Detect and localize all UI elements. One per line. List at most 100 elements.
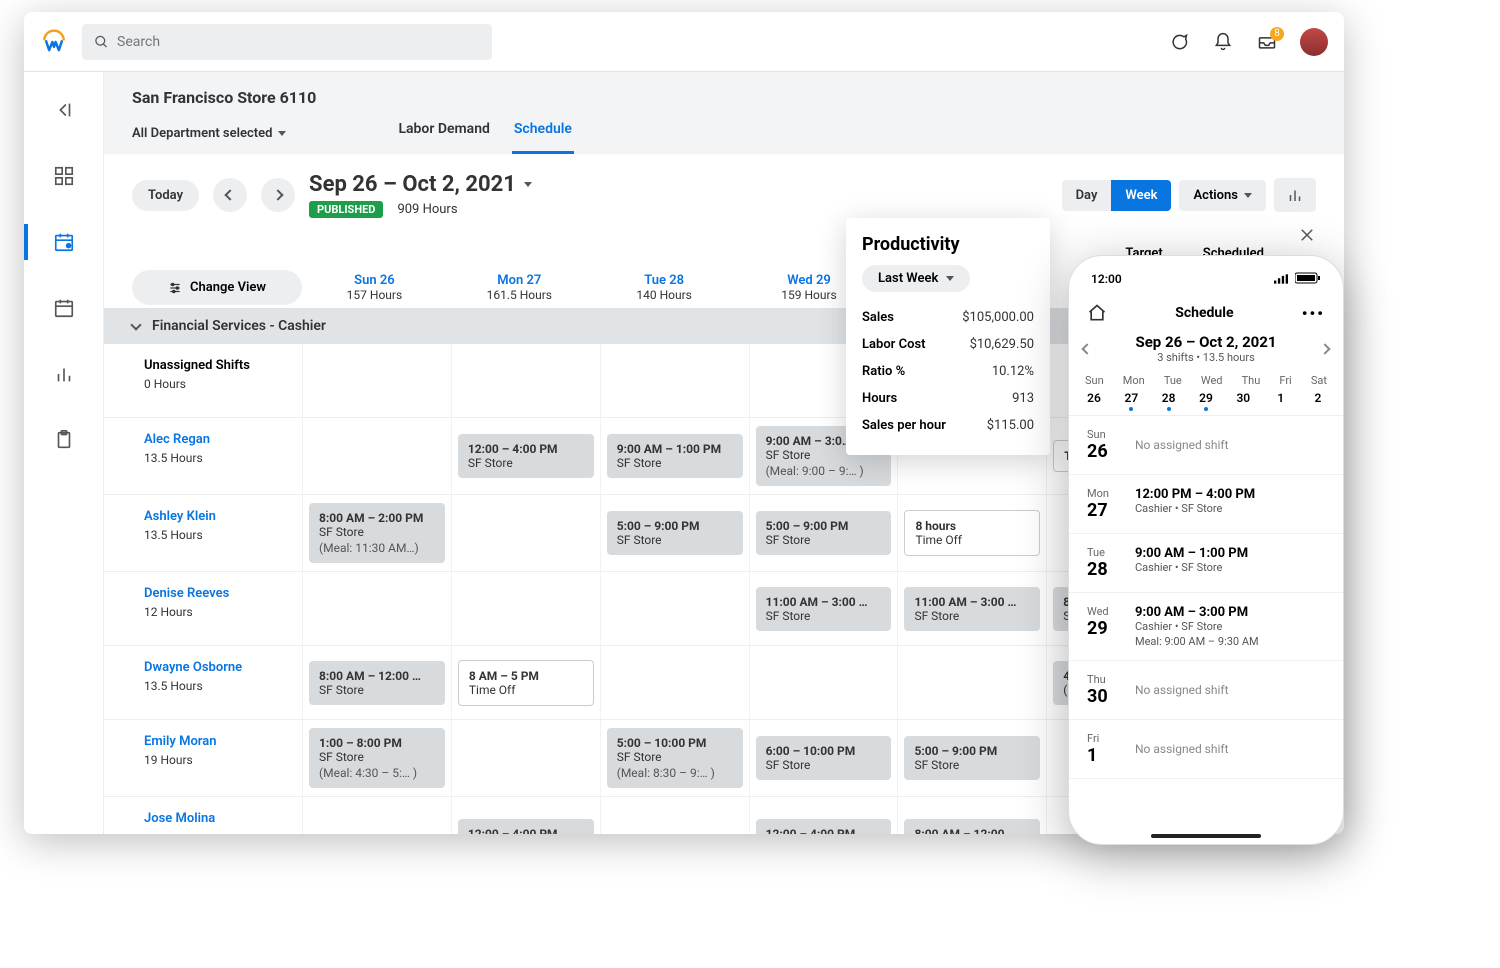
schedule-cell[interactable]: 12:00 – 4:00 PMSF Store xyxy=(451,418,600,494)
worker-name[interactable]: Emily Moran xyxy=(144,734,292,749)
day-header[interactable]: Mon 27161.5 Hours xyxy=(447,267,592,308)
tab-labor-demand[interactable]: Labor Demand xyxy=(396,113,491,154)
schedule-cell[interactable]: 5:00 – 9:00 PMSF Store xyxy=(749,495,898,571)
schedule-cell[interactable] xyxy=(451,572,600,645)
department-select[interactable]: All Department selected xyxy=(132,126,286,141)
mobile-day-row[interactable]: Sun26No assigned shift xyxy=(1069,416,1343,475)
schedule-cell[interactable]: 9:00 AM – 1:00 PMSF Store xyxy=(600,418,749,494)
inbox-icon[interactable]: 8 xyxy=(1256,31,1278,53)
worker-name[interactable]: Denise Reeves xyxy=(144,586,292,601)
date-range[interactable]: Sep 26 – Oct 2, 2021 xyxy=(309,172,532,197)
schedule-cell[interactable] xyxy=(451,495,600,571)
mobile-date[interactable]: 1 xyxy=(1272,391,1290,405)
schedule-cell[interactable]: 8 hoursTime Off xyxy=(897,495,1046,571)
schedule-cell[interactable]: 5:00 – 9:00 PMSF Store xyxy=(600,495,749,571)
schedule-cell[interactable]: 8 AM – 5 PMTime Off xyxy=(451,646,600,719)
schedule-cell[interactable]: 1:00 – 8:00 PMSF Store(Meal: 4:30 – 5:… … xyxy=(302,720,451,796)
mobile-day-row[interactable]: Mon2712:00 PM – 4:00 PMCashier • SF Stor… xyxy=(1069,475,1343,534)
shift-block[interactable]: 12:00 – 4:00 PM xyxy=(458,819,594,835)
mobile-prev-button[interactable] xyxy=(1081,343,1092,354)
day-header[interactable]: Sun 26157 Hours xyxy=(302,267,447,308)
schedule-cell[interactable] xyxy=(451,720,600,796)
shift-block[interactable]: 5:00 – 10:00 PMSF Store(Meal: 8:30 – 9:…… xyxy=(607,728,743,788)
schedule-cell[interactable] xyxy=(749,646,898,719)
chart-toggle-button[interactable] xyxy=(1274,178,1316,212)
timeoff-block[interactable]: 8 AM – 5 PMTime Off xyxy=(458,660,594,706)
search-field[interactable] xyxy=(82,24,492,60)
mobile-date[interactable]: 27 xyxy=(1122,391,1140,405)
prev-week-button[interactable] xyxy=(213,178,247,212)
tab-schedule[interactable]: Schedule xyxy=(512,113,574,154)
mobile-date[interactable]: 26 xyxy=(1085,391,1103,405)
worker-name[interactable]: Alec Regan xyxy=(144,432,292,447)
shift-block[interactable]: 6:00 – 10:00 PMSF Store xyxy=(756,736,892,780)
search-input[interactable] xyxy=(117,34,480,50)
popover-range-select[interactable]: Last Week xyxy=(862,265,970,292)
shift-block[interactable]: 5:00 – 9:00 PMSF Store xyxy=(607,511,743,555)
today-button[interactable]: Today xyxy=(132,180,199,211)
shift-block[interactable]: 5:00 – 9:00 PMSF Store xyxy=(756,511,892,555)
schedule-cell[interactable] xyxy=(897,646,1046,719)
view-day-button[interactable]: Day xyxy=(1062,180,1112,211)
schedule-cell[interactable]: 8:00 AM – 2:00 PMSF Store(Meal: 11:30 AM… xyxy=(302,495,451,571)
schedule-cell[interactable]: 11:00 AM – 3:00 …SF Store xyxy=(749,572,898,645)
schedule-cell[interactable]: 8:00 AM – 12:00 …SF Store xyxy=(302,646,451,719)
mobile-date[interactable]: 28 xyxy=(1160,391,1178,405)
worker-name[interactable]: Dwayne Osborne xyxy=(144,660,292,675)
nav-clipboard-icon[interactable] xyxy=(44,420,84,460)
mobile-day-row[interactable]: Tue289:00 AM – 1:00 PMCashier • SF Store xyxy=(1069,534,1343,593)
mobile-status-icons xyxy=(1274,272,1321,287)
shift-block[interactable]: 11:00 AM – 3:00 …SF Store xyxy=(756,587,892,631)
mobile-day-row[interactable]: Wed299:00 AM – 3:00 PMCashier • SF Store… xyxy=(1069,593,1343,661)
home-icon[interactable] xyxy=(1087,303,1107,323)
next-week-button[interactable] xyxy=(261,178,295,212)
shift-block[interactable]: 11:00 AM – 3:00 …SF Store xyxy=(904,587,1040,631)
mobile-next-button[interactable] xyxy=(1319,343,1330,354)
schedule-cell[interactable]: 11:00 AM – 3:00 …SF Store xyxy=(897,572,1046,645)
schedule-cell[interactable] xyxy=(600,646,749,719)
nav-dashboard-icon[interactable] xyxy=(44,156,84,196)
shift-block[interactable]: 12:00 – 4:00 PM xyxy=(756,819,892,835)
schedule-cell[interactable]: 12:00 – 4:00 PM xyxy=(451,797,600,834)
more-icon[interactable]: ••• xyxy=(1302,304,1325,323)
timeoff-block[interactable]: 8 hoursTime Off xyxy=(904,510,1040,556)
schedule-cell[interactable]: 5:00 – 10:00 PMSF Store(Meal: 8:30 – 9:…… xyxy=(600,720,749,796)
mobile-date[interactable]: 2 xyxy=(1309,391,1327,405)
shift-block[interactable]: 9:00 AM – 1:00 PMSF Store xyxy=(607,434,743,478)
shift-block[interactable]: 8:00 AM – 12:00 …SF Store xyxy=(309,661,445,705)
schedule-cell[interactable]: 8:00 AM – 12:00 … xyxy=(897,797,1046,834)
day-header[interactable]: Tue 28140 Hours xyxy=(592,267,737,308)
nav-analytics-icon[interactable] xyxy=(44,354,84,394)
shift-block[interactable]: 8:00 AM – 12:00 … xyxy=(904,819,1040,835)
shift-block[interactable]: 12:00 – 4:00 PMSF Store xyxy=(458,434,594,478)
mobile-date[interactable]: 29 xyxy=(1197,391,1215,405)
view-week-button[interactable]: Week xyxy=(1111,180,1171,211)
schedule-cell[interactable] xyxy=(302,572,451,645)
change-view-button[interactable]: Change View xyxy=(132,270,302,305)
schedule-cell[interactable] xyxy=(600,797,749,834)
shift-block[interactable]: 8:00 AM – 2:00 PMSF Store(Meal: 11:30 AM… xyxy=(309,503,445,563)
mobile-date[interactable]: 30 xyxy=(1234,391,1252,405)
worker-name[interactable]: Ashley Klein xyxy=(144,509,292,524)
nav-schedule-icon[interactable] xyxy=(44,222,84,262)
schedule-cell[interactable]: 5:00 – 9:00 PMSF Store xyxy=(897,720,1046,796)
bell-icon[interactable] xyxy=(1212,31,1234,53)
schedule-cell[interactable] xyxy=(302,797,451,834)
actions-button[interactable]: Actions xyxy=(1179,180,1266,211)
schedule-cell[interactable]: 6:00 – 10:00 PMSF Store xyxy=(749,720,898,796)
workday-logo[interactable] xyxy=(40,28,68,56)
shift-block[interactable]: 5:00 – 9:00 PMSF Store xyxy=(904,736,1040,780)
user-avatar[interactable] xyxy=(1300,28,1328,56)
mobile-day-row[interactable]: Fri1No assigned shift xyxy=(1069,720,1343,779)
schedule-cell[interactable] xyxy=(302,418,451,494)
mobile-day-row[interactable]: Thu30No assigned shift xyxy=(1069,661,1343,720)
popover-title: Productivity xyxy=(862,234,1034,255)
nav-collapse-icon[interactable] xyxy=(44,90,84,130)
schedule-cell[interactable]: 12:00 – 4:00 PM xyxy=(749,797,898,834)
schedule-cell[interactable] xyxy=(600,572,749,645)
nav-calendar-icon[interactable] xyxy=(44,288,84,328)
chat-icon[interactable] xyxy=(1168,31,1190,53)
worker-name[interactable]: Jose Molina xyxy=(144,811,292,826)
shift-block[interactable]: 1:00 – 8:00 PMSF Store(Meal: 4:30 – 5:… … xyxy=(309,728,445,788)
close-panel-button[interactable] xyxy=(1298,226,1316,248)
